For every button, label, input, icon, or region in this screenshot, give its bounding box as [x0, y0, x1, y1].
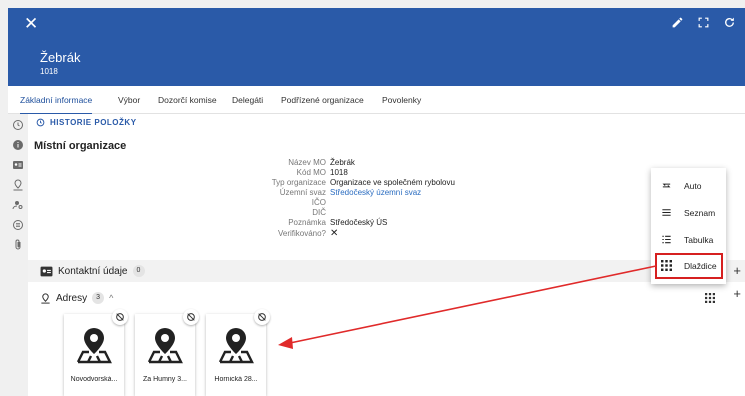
menu-item-dlazdice[interactable]: Dlaždice — [655, 253, 723, 279]
detail-label: Územní svaz — [279, 188, 326, 197]
tab-dozorci-komise[interactable]: Dozorčí komise — [158, 95, 217, 105]
address-tile-label: Hornická 28... — [214, 376, 258, 383]
grid-icon — [661, 260, 672, 271]
detail-row: Kód MO 1018 — [28, 168, 745, 178]
contacts-count-badge: 0 — [132, 265, 145, 277]
detail-row: DIČ — [28, 208, 745, 218]
detail-row: Poznámka Středočeský ÚS — [28, 218, 745, 228]
attachment-icon[interactable] — [12, 238, 24, 250]
addresses-header[interactable]: Adresy 3 ^ — [40, 292, 113, 304]
detail-row: IČO — [28, 198, 745, 208]
tab-podrizene-organizace[interactable]: Podřízené organizace — [281, 95, 364, 105]
address-tile[interactable]: Za Humny 3... — [135, 309, 199, 396]
swap-icon — [662, 183, 671, 188]
chevron-up-icon[interactable]: ^ — [109, 293, 113, 303]
address-tile-label: Novodvorská... — [70, 376, 118, 383]
detail-row: Územní svaz Středočeský územní svaz — [28, 188, 745, 198]
menu-item-label: Tabulka — [684, 235, 714, 245]
uzemni-svaz-link[interactable]: Středočeský územní svaz — [330, 188, 421, 198]
menu-item-auto[interactable]: Auto — [651, 174, 726, 198]
detail-value: 1018 — [330, 168, 348, 177]
address-tile[interactable]: Novodvorská... — [64, 309, 128, 396]
tab-povolenky[interactable]: Povolenky — [382, 95, 421, 105]
contact-card-icon[interactable] — [12, 158, 24, 170]
detail-row: Typ organizace Organizace ve společném r… — [28, 178, 745, 188]
contacts-header[interactable]: Kontaktní údaje 0 — [40, 265, 145, 277]
close-icon[interactable]: ✕ — [24, 14, 38, 34]
map-pin-icon — [76, 328, 112, 364]
person-search-icon[interactable] — [12, 198, 24, 210]
address-icon — [41, 292, 50, 304]
history-icon[interactable] — [12, 118, 24, 130]
add-contact-button[interactable]: + — [733, 263, 741, 278]
history-button[interactable]: HISTORIE POLOŽKY — [36, 118, 137, 127]
detail-label: Poznámka — [288, 218, 326, 227]
addresses-count-badge: 3 — [92, 292, 105, 304]
info-icon[interactable] — [12, 138, 24, 150]
menu-item-tabulka[interactable]: Tabulka — [651, 228, 726, 252]
detail-header: ✕ Žebrák 1018 — [8, 8, 745, 86]
verified-value: ✕ — [330, 228, 339, 239]
detail-label: DIČ — [312, 208, 326, 217]
section-title: Místní organizace — [34, 140, 127, 152]
side-icon-rail — [8, 114, 28, 396]
add-address-button[interactable]: + — [733, 286, 741, 301]
detail-label: Kód MO — [296, 168, 326, 177]
map-badge-icon[interactable] — [112, 309, 128, 325]
menu-item-label: Seznam — [684, 208, 716, 218]
document-list-icon[interactable] — [12, 218, 24, 230]
page-title: Žebrák — [40, 50, 81, 65]
refresh-icon[interactable] — [723, 16, 737, 30]
detail-row: Verifikováno? ✕ — [28, 229, 745, 239]
menu-item-label: Dlaždice — [684, 261, 717, 271]
detail-label: IČO — [311, 198, 326, 207]
detail-label: Typ organizace — [271, 178, 326, 187]
map-badge-icon[interactable] — [183, 309, 199, 325]
menu-item-label: Auto — [684, 181, 702, 191]
table-icon — [662, 235, 671, 244]
contact-card-icon — [40, 266, 53, 276]
address-tile[interactable]: Hornická 28... — [206, 309, 270, 396]
detail-value: Středočeský ÚS — [330, 218, 388, 227]
history-icon — [36, 118, 45, 127]
fullscreen-icon[interactable] — [697, 16, 711, 30]
view-mode-menu: Auto Seznam Tabulka Dlaždice — [651, 168, 726, 284]
tab-delegati[interactable]: Delegáti — [232, 95, 263, 105]
detail-label: Název MO — [288, 158, 326, 167]
header-actions — [671, 16, 737, 30]
address-tile-label: Za Humny 3... — [143, 376, 187, 383]
tab-vybor[interactable]: Výbor — [118, 95, 140, 105]
view-mode-grid-icon[interactable] — [705, 290, 715, 303]
page-subtitle: 1018 — [40, 67, 58, 76]
menu-item-seznam[interactable]: Seznam — [651, 201, 726, 225]
detail-value: Žebrák — [330, 158, 355, 167]
contacts-title: Kontaktní údaje — [58, 265, 128, 277]
tab-bar: Základní informace Výbor Dozorčí komise … — [8, 86, 745, 115]
list-icon — [662, 209, 671, 216]
address-icon[interactable] — [12, 178, 24, 191]
detail-row: Název MO Žebrák — [28, 158, 745, 168]
main-panel: HISTORIE POLOŽKY Místní organizace Název… — [28, 114, 745, 396]
map-pin-icon — [218, 328, 254, 364]
addresses-title: Adresy — [56, 292, 88, 304]
detail-value: Organizace ve společném rybolovu — [330, 178, 455, 187]
map-badge-icon[interactable] — [254, 309, 270, 325]
tab-zakladni-informace[interactable]: Základní informace — [20, 95, 93, 115]
map-pin-icon — [147, 328, 183, 364]
history-label: HISTORIE POLOŽKY — [50, 118, 137, 127]
detail-label: Verifikováno? — [277, 229, 326, 238]
edit-icon[interactable] — [671, 16, 685, 30]
contacts-section: Kontaktní údaje 0 + — [28, 260, 745, 282]
